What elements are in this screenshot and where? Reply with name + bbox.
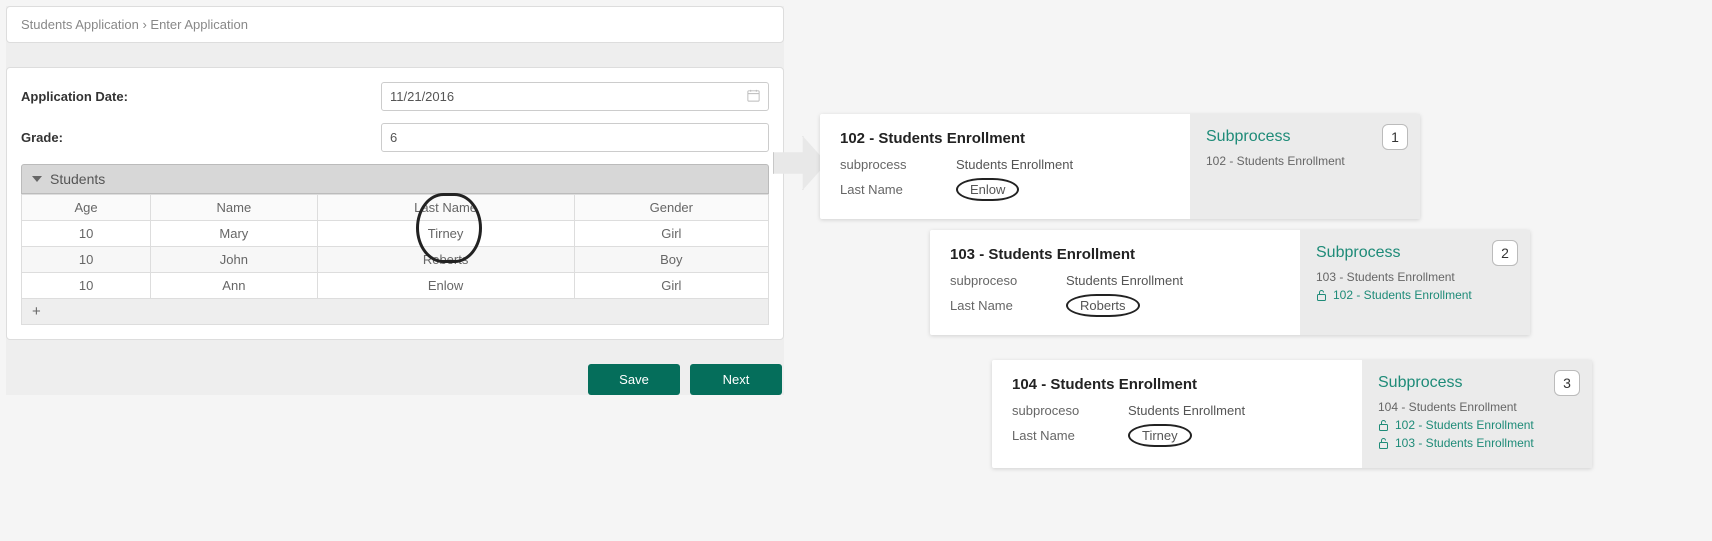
col-age: Age: [22, 195, 151, 221]
table-header-row: Age Name Last Name Gender: [22, 195, 769, 221]
form-panel: Students Application › Enter Application…: [6, 6, 784, 395]
grade-label: Grade:: [21, 130, 381, 145]
sequence-badge: 2: [1492, 240, 1518, 266]
application-date-label: Application Date:: [21, 89, 381, 104]
subprocess-link-text: 102 - Students Enrollment: [1333, 288, 1472, 302]
process-row: subprocess Students Enrollment: [840, 157, 1170, 172]
process-row-key: Last Name: [1012, 428, 1128, 443]
cell-last-name: Roberts: [317, 247, 574, 273]
process-card-body: 103 - Students Enrollment subproceso Stu…: [930, 230, 1300, 335]
breadcrumb-root[interactable]: Students Application: [21, 17, 139, 32]
students-section-header[interactable]: Students: [21, 164, 769, 194]
process-side-panel: 2 Subprocess 103 - Students Enrollment 1…: [1300, 230, 1530, 335]
cell-last-name: Enlow: [317, 273, 574, 299]
process-side-panel: 1 Subprocess 102 - Students Enrollment: [1190, 114, 1420, 219]
subprocess-link-text: 102 - Students Enrollment: [1206, 154, 1345, 168]
process-card-title: 104 - Students Enrollment: [1012, 376, 1342, 393]
process-row: subproceso Students Enrollment: [950, 273, 1280, 288]
process-row-value: Students Enrollment: [1066, 273, 1183, 288]
lock-icon: [1378, 437, 1389, 450]
process-row-key: subproceso: [1012, 403, 1128, 418]
process-row-key: Last Name: [840, 182, 956, 197]
process-card-body: 102 - Students Enrollment subprocess Stu…: [820, 114, 1190, 219]
breadcrumb-sep: ›: [142, 17, 146, 32]
sequence-badge: 3: [1554, 370, 1580, 396]
col-last-name: Last Name: [317, 195, 574, 221]
chevron-down-icon: [32, 176, 42, 182]
table-row[interactable]: 10 Ann Enlow Girl: [22, 273, 769, 299]
subprocess-link-text: 103 - Students Enrollment: [1395, 436, 1534, 450]
cell-age: 10: [22, 221, 151, 247]
table-row[interactable]: 10 John Roberts Boy: [22, 247, 769, 273]
table-row[interactable]: 10 Mary Tirney Girl: [22, 221, 769, 247]
grade-input[interactable]: [381, 123, 769, 152]
cell-last-name: Tirney: [317, 221, 574, 247]
grade-row: Grade:: [21, 123, 769, 152]
process-card-104[interactable]: 104 - Students Enrollment subproceso Stu…: [992, 360, 1592, 468]
subprocess-label: Subprocess: [1316, 244, 1514, 262]
process-row-value: Students Enrollment: [956, 157, 1073, 172]
sequence-badge: 1: [1382, 124, 1408, 150]
cell-gender: Boy: [574, 247, 768, 273]
lock-icon: [1316, 289, 1327, 302]
process-card-body: 104 - Students Enrollment subproceso Stu…: [992, 360, 1362, 468]
process-row: Last Name Roberts: [950, 294, 1280, 317]
subprocess-link-text: 104 - Students Enrollment: [1378, 400, 1517, 414]
process-row-value-circled: Enlow: [956, 178, 1019, 201]
cell-age: 10: [22, 247, 151, 273]
subprocess-link-locked[interactable]: 102 - Students Enrollment: [1316, 288, 1514, 302]
cell-age: 10: [22, 273, 151, 299]
subprocess-link[interactable]: 102 - Students Enrollment: [1206, 154, 1404, 168]
next-button[interactable]: Next: [690, 364, 782, 395]
process-row-key: subprocess: [840, 157, 956, 172]
students-section-title: Students: [50, 171, 105, 187]
save-button[interactable]: Save: [588, 364, 680, 395]
process-card-102[interactable]: 102 - Students Enrollment subprocess Stu…: [820, 114, 1420, 219]
subprocess-link[interactable]: 103 - Students Enrollment: [1316, 270, 1514, 284]
col-gender: Gender: [574, 195, 768, 221]
subprocess-label: Subprocess: [1206, 128, 1404, 146]
breadcrumb[interactable]: Students Application › Enter Application: [6, 6, 784, 43]
process-card-103[interactable]: 103 - Students Enrollment subproceso Stu…: [930, 230, 1530, 335]
process-row: subproceso Students Enrollment: [1012, 403, 1342, 418]
subprocess-link-text: 102 - Students Enrollment: [1395, 418, 1534, 432]
cell-name: Ann: [151, 273, 317, 299]
application-date-input[interactable]: [381, 82, 769, 111]
cell-gender: Girl: [574, 221, 768, 247]
process-card-title: 103 - Students Enrollment: [950, 246, 1280, 263]
subprocess-link[interactable]: 104 - Students Enrollment: [1378, 400, 1576, 414]
subprocess-label: Subprocess: [1378, 374, 1576, 392]
add-row-button[interactable]: +: [21, 299, 769, 325]
cell-name: Mary: [151, 221, 317, 247]
process-row-value-circled: Roberts: [1066, 294, 1140, 317]
breadcrumb-leaf[interactable]: Enter Application: [150, 17, 248, 32]
cell-gender: Girl: [574, 273, 768, 299]
form-card: Application Date: Grade: Students: [6, 67, 784, 340]
col-name: Name: [151, 195, 317, 221]
subprocess-link-text: 103 - Students Enrollment: [1316, 270, 1455, 284]
process-card-title: 102 - Students Enrollment: [840, 130, 1170, 147]
process-side-panel: 3 Subprocess 104 - Students Enrollment 1…: [1362, 360, 1592, 468]
subprocess-link-locked[interactable]: 103 - Students Enrollment: [1378, 436, 1576, 450]
lock-icon: [1378, 419, 1389, 432]
process-row-key: Last Name: [950, 298, 1066, 313]
application-date-row: Application Date:: [21, 82, 769, 111]
cell-name: John: [151, 247, 317, 273]
subprocess-link-locked[interactable]: 102 - Students Enrollment: [1378, 418, 1576, 432]
process-row-value-circled: Tirney: [1128, 424, 1192, 447]
process-row: Last Name Tirney: [1012, 424, 1342, 447]
process-row-value: Students Enrollment: [1128, 403, 1245, 418]
students-table: Age Name Last Name Gender 10 Mary Tirney…: [21, 194, 769, 299]
process-row: Last Name Enlow: [840, 178, 1170, 201]
form-buttons: Save Next: [6, 364, 784, 395]
calendar-icon[interactable]: [746, 88, 761, 106]
process-row-key: subproceso: [950, 273, 1066, 288]
